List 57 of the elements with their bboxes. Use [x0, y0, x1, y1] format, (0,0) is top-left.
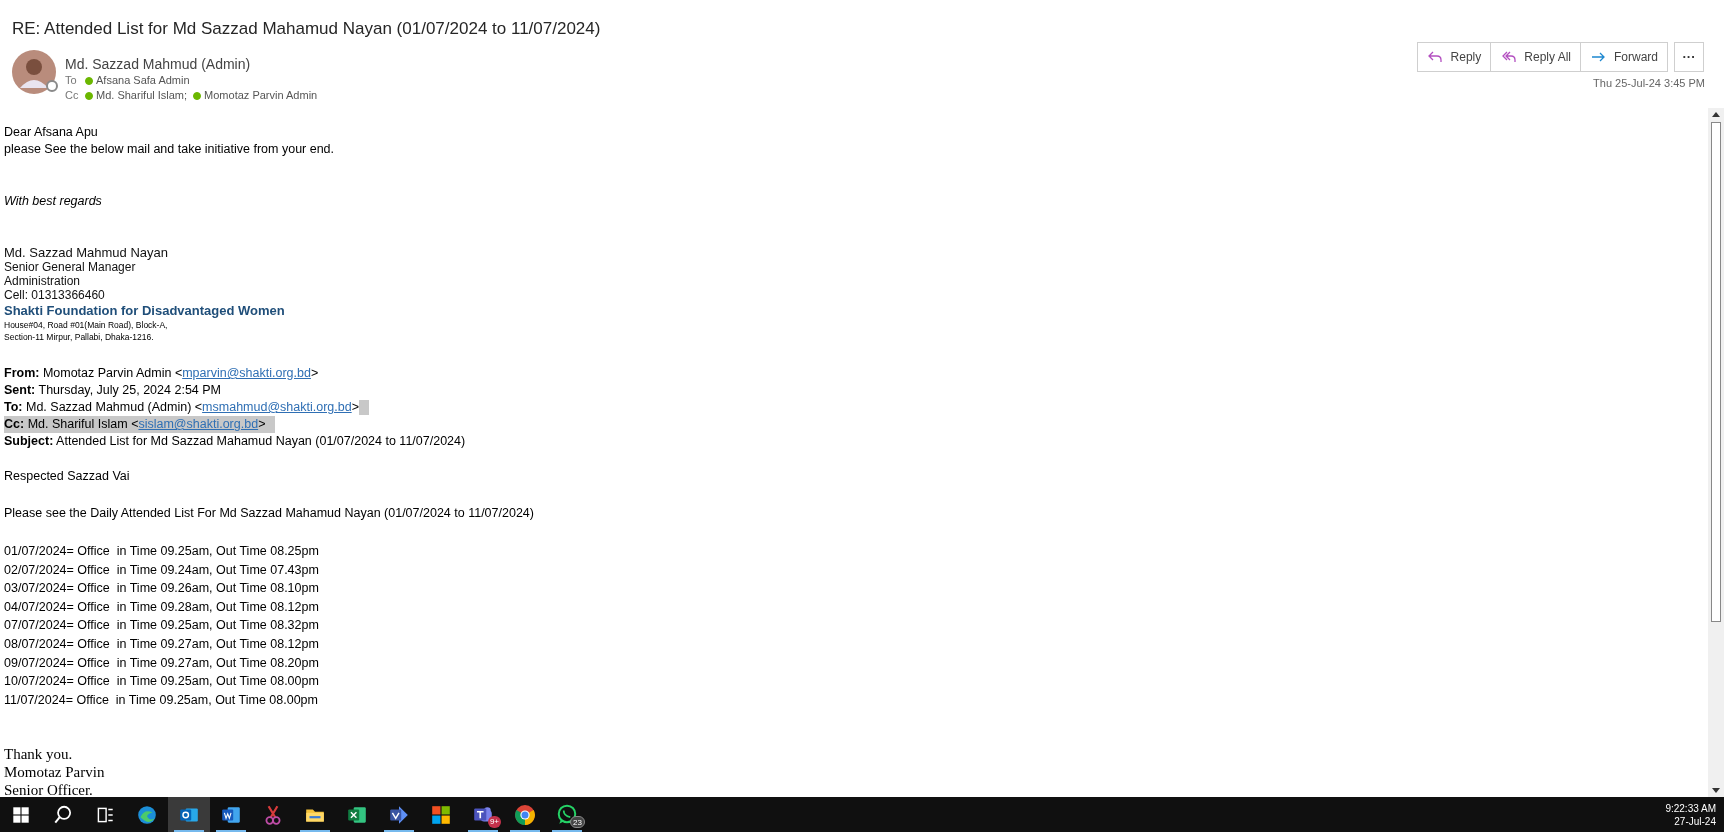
signature-line: Cell: 01313366460 [4, 288, 106, 302]
organization-name: Shakti Foundation for Disadvantaged Women [4, 302, 286, 319]
attendance-line: 01/07/2024= Office in Time 09.25am, Out Time 08.25pm [4, 543, 320, 560]
address-line: House#04, Road #01(Main Road), Block-A, [4, 319, 169, 331]
received-date: Thu 25-Jul-24 3:45 PM [1593, 76, 1705, 91]
header-line: Subject: Attended List for Md Sazzad Mahamud Nayan (01/07/2024 to 11/07/2024) [4, 433, 466, 450]
field-label: Cc [65, 88, 79, 103]
recipient-name[interactable]: Md. Shariful Islam; [96, 88, 188, 103]
scrollbar-thumb[interactable] [1711, 122, 1721, 622]
recipient-name[interactable]: Momotaz Parvin Admin [204, 88, 318, 103]
body-text: please See the below mail and take initiative from your end. [4, 141, 336, 158]
clock-date[interactable]: 27-Jul-24 [1674, 814, 1716, 828]
signature-line: Senior General Manager [4, 260, 137, 274]
attendance-line: 08/07/2024= Office in Time 09.27am, Out Time 08.12pm [4, 635, 320, 653]
closing-line: Momotaz Parvin [4, 763, 106, 782]
notification-badge: 9+ [487, 816, 501, 828]
closing-line: Thank you. [4, 745, 74, 764]
field-label: To [65, 73, 78, 88]
header-line: To: Md. Sazzad Mahmud (Admin) <msmahmud@shakti.org.bd> [4, 399, 369, 416]
notification-badge: 23 [570, 816, 585, 828]
more-button[interactable]: ··· [1674, 42, 1704, 72]
taskbar-button[interactable]: 23 [546, 797, 588, 832]
reply-all-button[interactable]: Reply All [1490, 43, 1580, 71]
forward-button[interactable]: Forward [1580, 43, 1667, 71]
recipient-name[interactable]: Afsana Safa Admin [96, 73, 190, 88]
signature-name: Md. Sazzad Mahmud Nayan [4, 245, 170, 260]
email-link[interactable]: msmahmud@shakti.org.bd [202, 400, 352, 414]
signature-line: Administration [4, 274, 82, 288]
closing-line: Senior Officer. [4, 781, 94, 797]
attendance-line: 04/07/2024= Office in Time 09.28am, Out Time 08.12pm [4, 598, 320, 616]
sender-name[interactable]: Md. Sazzad Mahmud (Admin) [65, 55, 318, 73]
browser-icon [136, 803, 158, 826]
email-link[interactable]: mparvin@shakti.org.bd [182, 366, 311, 380]
reply-button[interactable]: Reply [1417, 43, 1491, 71]
attendance-line: 03/07/2024= Office in Time 09.26am, Out Time 08.10pm [4, 580, 320, 598]
avatar-icon [12, 50, 56, 94]
body-text: Respected Sazzad Vai [4, 468, 131, 485]
store-icon [430, 803, 452, 826]
scrollbar[interactable] [1708, 108, 1724, 797]
body-text: Please see the Daily Attended List For Md Sazzad Mahamud Nayan (01/07/2024 to 11/07/2024) [4, 505, 535, 522]
email-subject: RE: Attended List for Md Sazzad Mahamud Nayan (01/07/2024 to 11/07/2024) [12, 18, 601, 40]
header-line: Sent: Thursday, July 25, 2024 2:54 PM [4, 382, 221, 399]
header-line: From: Momotaz Parvin Admin <mparvin@shakti.org.bd> [4, 365, 319, 382]
curved-arrow-icon [1426, 49, 1443, 65]
attendance-line: 02/07/2024= Office in Time 09.24am, Out Time 07.43pm [4, 561, 320, 579]
address-line: Section-11 Mirpur, Pallabi, Dhaka-1216. [4, 331, 155, 343]
taskbar-button[interactable]: 9+ [462, 797, 504, 832]
double-arrow-icon [1500, 49, 1517, 65]
attendance-line: 11/07/2024= Office in Time 09.25am, Out Time 08.00pm [4, 691, 319, 709]
attendance-line: 07/07/2024= Office in Time 09.25am, Out Time 08.32pm [4, 617, 320, 635]
body-text: Dear Afsana Apu [4, 124, 99, 141]
clock-time[interactable]: 9:22:33 AM [1665, 801, 1716, 815]
search-icon [52, 803, 74, 826]
attendance-line: 09/07/2024= Office in Time 09.27am, Out Time 08.20pm [4, 654, 320, 672]
closing-text: With best regards [4, 193, 103, 210]
browser-icon [514, 803, 536, 826]
attendance-line: 10/07/2024= Office in Time 09.25am, Out Time 08.00pm [4, 673, 320, 691]
